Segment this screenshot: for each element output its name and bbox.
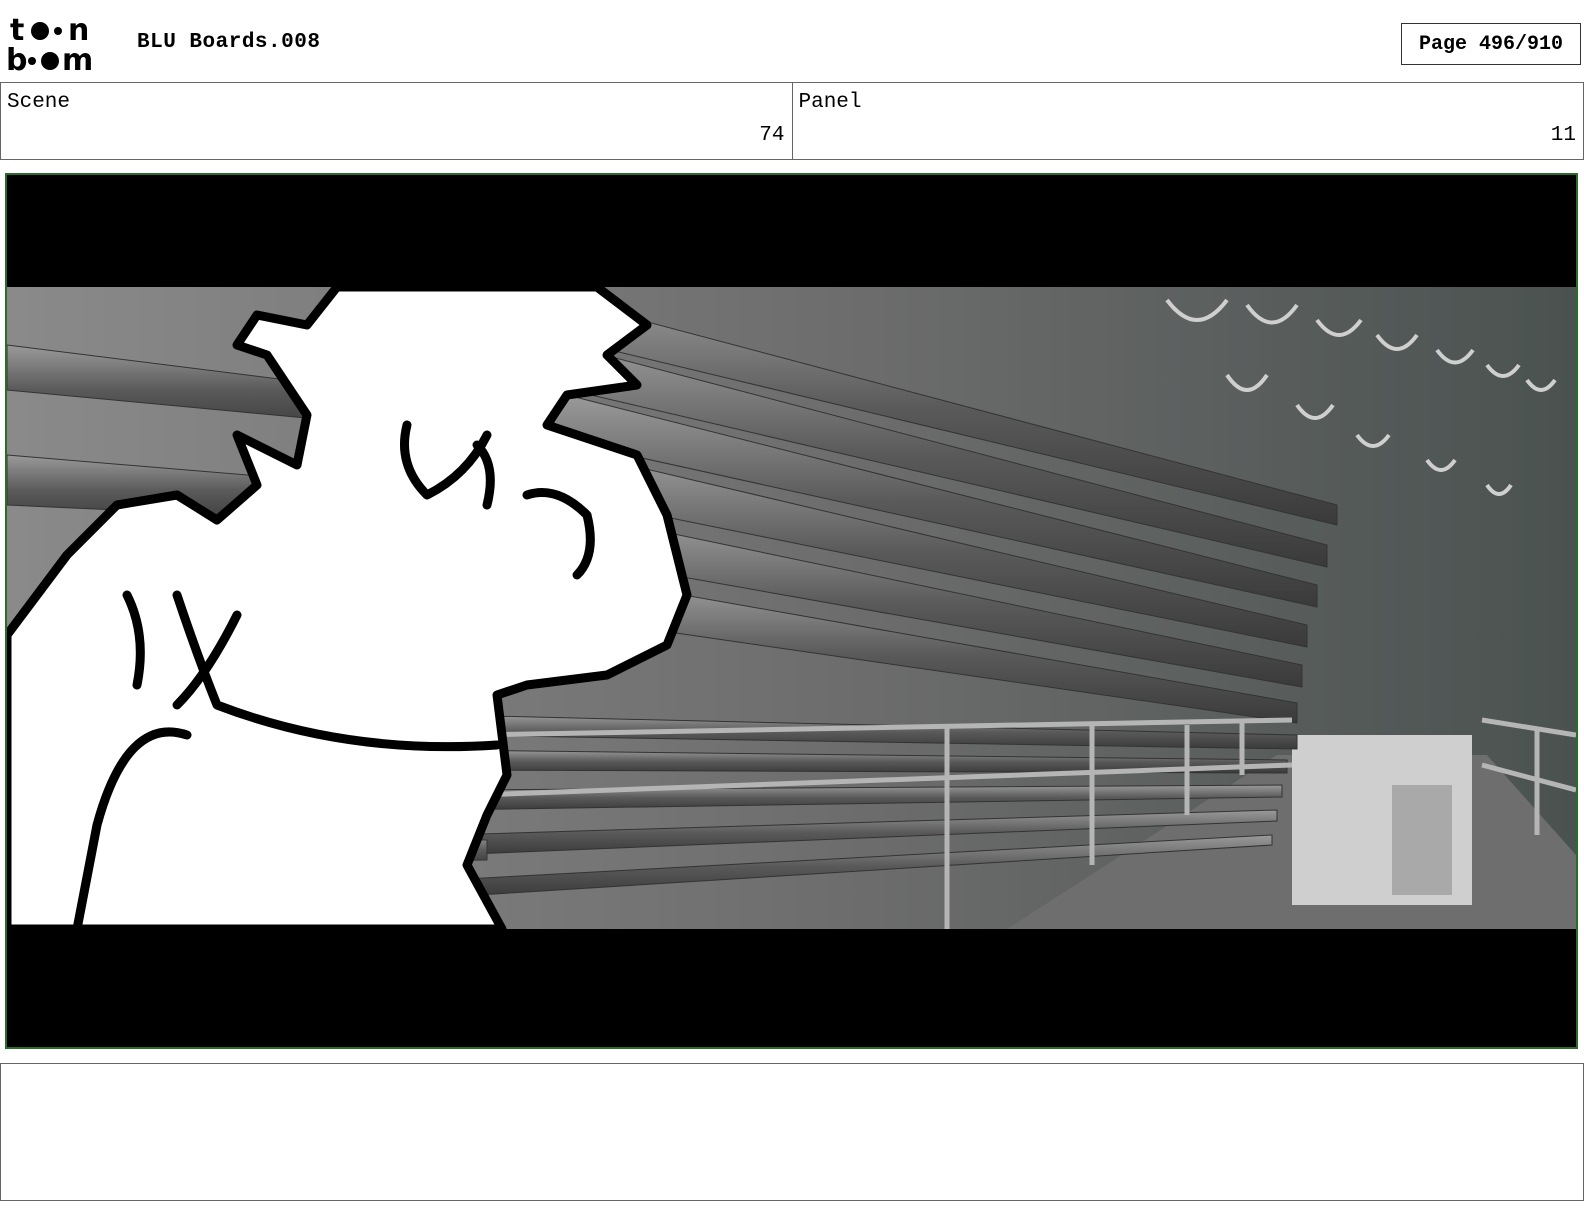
scene-cell: Scene 74: [1, 83, 792, 159]
svg-text:m: m: [62, 43, 93, 74]
svg-text:b: b: [6, 43, 27, 74]
storyboard-panel: [5, 173, 1578, 1049]
panel-label: Panel: [798, 91, 862, 114]
notes-box: [0, 1063, 1584, 1201]
page-indicator: Page 496/910: [1401, 23, 1581, 65]
panel-value: 11: [1550, 124, 1576, 147]
document-title: BLU Boards.008: [137, 31, 321, 54]
scene-value: 74: [759, 124, 785, 147]
storyboard-panel-image: [7, 175, 1576, 1047]
scene-panel-row: Scene 74 Panel 11: [0, 82, 1584, 160]
panel-cell: Panel 11: [791, 83, 1584, 159]
page-header: t n b m BLU Boards.008 Page 496/910: [0, 0, 1584, 82]
toon-boom-logo: t n b m: [6, 14, 116, 74]
toon-boom-logo-icon: t n b m: [6, 14, 93, 74]
scene-label: Scene: [7, 91, 71, 114]
